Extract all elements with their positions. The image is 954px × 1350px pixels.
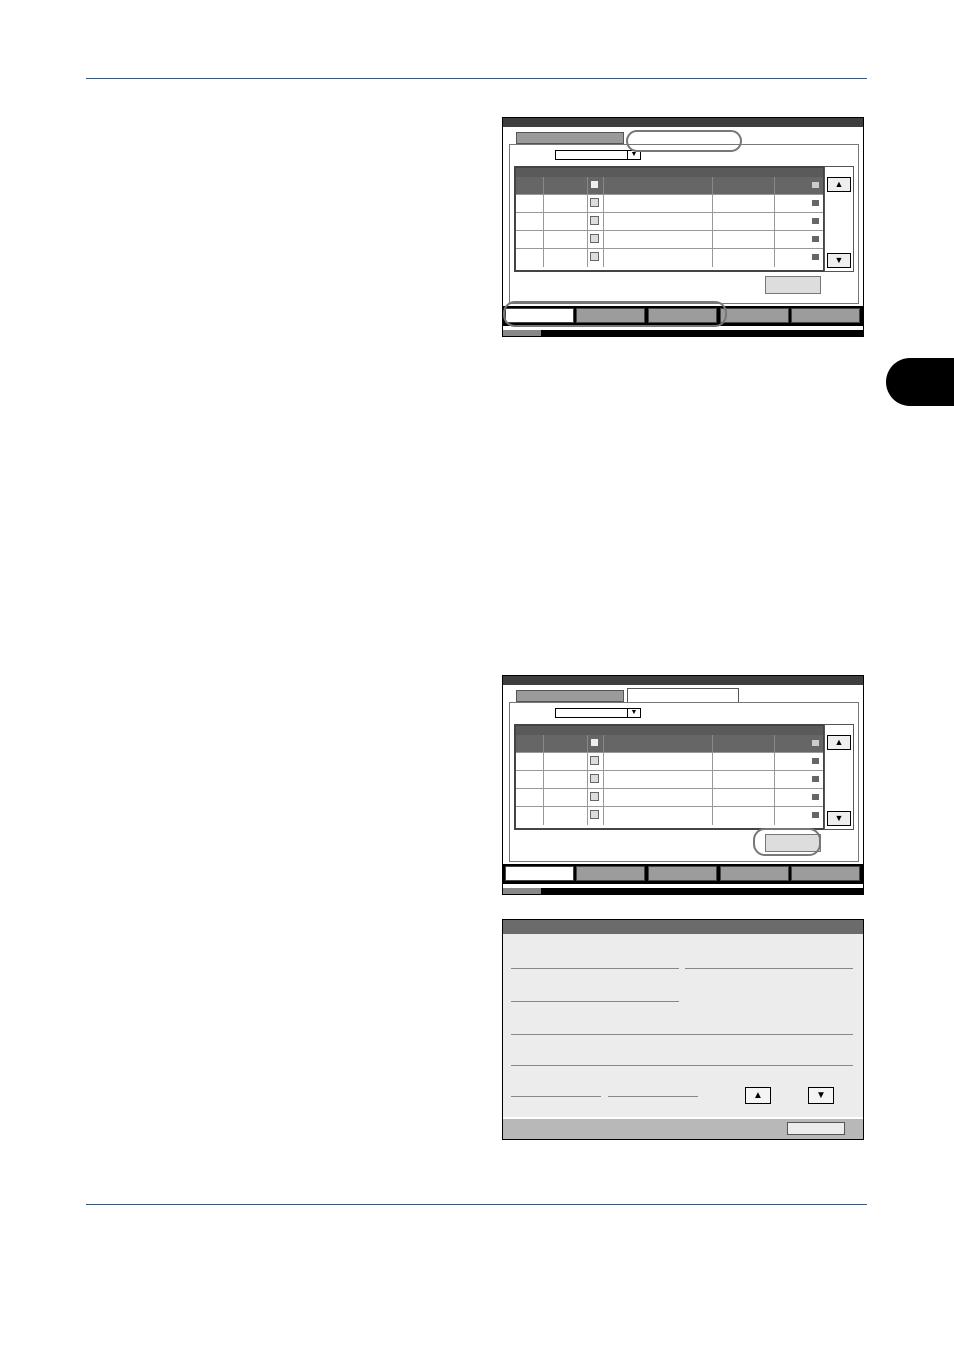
field-underline (511, 1096, 601, 1097)
highlight-ring-bottom-buttons (503, 301, 727, 327)
bottom-button-4[interactable] (720, 308, 789, 323)
page-up-button[interactable]: ▲ (745, 1087, 771, 1104)
screen-2-panel: ▼ ▲ ▼ (502, 675, 864, 895)
document-icon (590, 234, 599, 243)
list-row[interactable] (516, 249, 823, 267)
document-icon (590, 738, 599, 747)
job-list (514, 166, 825, 272)
screen-title-bar (503, 118, 863, 127)
bottom-button-2[interactable] (576, 866, 645, 881)
sort-dropdown[interactable]: ▼ (555, 708, 641, 718)
field-underline (511, 1001, 679, 1002)
field-underline (511, 1065, 853, 1066)
list-header (516, 726, 823, 735)
job-type-icon (812, 758, 819, 764)
document-icon (590, 756, 599, 765)
job-type-icon (812, 812, 819, 818)
field-underline (685, 968, 853, 969)
job-list (514, 724, 825, 830)
list-row[interactable] (516, 771, 823, 789)
list-scrollbar: ▲ ▼ (824, 166, 854, 272)
list-row[interactable] (516, 735, 823, 753)
list-row[interactable] (516, 213, 823, 231)
field-underline (511, 968, 679, 969)
job-type-icon (812, 182, 819, 188)
triangle-down-icon: ▼ (834, 255, 844, 265)
document-icon (590, 792, 599, 801)
detail-content: ▲ ▼ (503, 934, 863, 1117)
scroll-up-button[interactable]: ▲ (827, 177, 851, 192)
document-icon (590, 252, 599, 261)
job-type-icon (812, 794, 819, 800)
chapter-tab-marker (886, 358, 954, 406)
scroll-down-button[interactable]: ▼ (827, 811, 851, 826)
tab-first[interactable] (516, 132, 624, 144)
footer-rule (86, 1204, 867, 1205)
detail-footer (503, 1119, 863, 1139)
triangle-down-icon: ▼ (834, 813, 844, 823)
list-action-button[interactable] (765, 276, 821, 294)
list-row[interactable] (516, 195, 823, 213)
tab-second[interactable] (627, 688, 739, 702)
triangle-down-icon: ▼ (627, 151, 640, 159)
triangle-up-icon: ▲ (834, 179, 844, 189)
document-icon (590, 810, 599, 819)
document-icon (590, 774, 599, 783)
highlight-ring-tab (626, 130, 742, 152)
bottom-button-1[interactable] (505, 866, 574, 881)
tab-first[interactable] (516, 690, 624, 702)
triangle-down-icon: ▼ (627, 709, 640, 717)
document-icon (590, 198, 599, 207)
list-header (516, 168, 823, 177)
scroll-down-button[interactable]: ▼ (827, 253, 851, 268)
field-underline (511, 1034, 853, 1035)
document-icon (590, 216, 599, 225)
list-row[interactable] (516, 807, 823, 825)
bottom-button-5[interactable] (791, 308, 860, 323)
sort-dropdown[interactable]: ▼ (555, 150, 641, 160)
list-scrollbar: ▲ ▼ (824, 724, 854, 830)
bottom-button-3[interactable] (648, 866, 717, 881)
job-type-icon (812, 218, 819, 224)
triangle-up-icon: ▲ (753, 1090, 763, 1101)
job-type-icon (812, 200, 819, 206)
screen-title-bar (503, 920, 863, 934)
field-underline (608, 1096, 698, 1097)
bottom-button-5[interactable] (791, 866, 860, 881)
document-icon (590, 180, 599, 189)
bottom-button-bar (503, 864, 863, 884)
triangle-down-icon: ▼ (816, 1090, 826, 1101)
job-type-icon (812, 254, 819, 260)
list-row[interactable] (516, 231, 823, 249)
close-button[interactable] (787, 1122, 845, 1135)
job-type-icon (812, 776, 819, 782)
job-type-icon (812, 740, 819, 746)
screen-3-panel: ▲ ▼ (502, 919, 864, 1140)
job-type-icon (812, 236, 819, 242)
header-rule (86, 78, 867, 79)
screen-title-bar (503, 676, 863, 685)
scroll-up-button[interactable]: ▲ (827, 735, 851, 750)
status-strip (503, 330, 863, 336)
list-row[interactable] (516, 753, 823, 771)
highlight-ring-action-button (753, 828, 821, 856)
list-row[interactable] (516, 789, 823, 807)
triangle-up-icon: ▲ (834, 737, 844, 747)
bottom-button-4[interactable] (720, 866, 789, 881)
page-down-button[interactable]: ▼ (808, 1087, 834, 1104)
status-strip (503, 888, 863, 894)
list-row[interactable] (516, 177, 823, 195)
